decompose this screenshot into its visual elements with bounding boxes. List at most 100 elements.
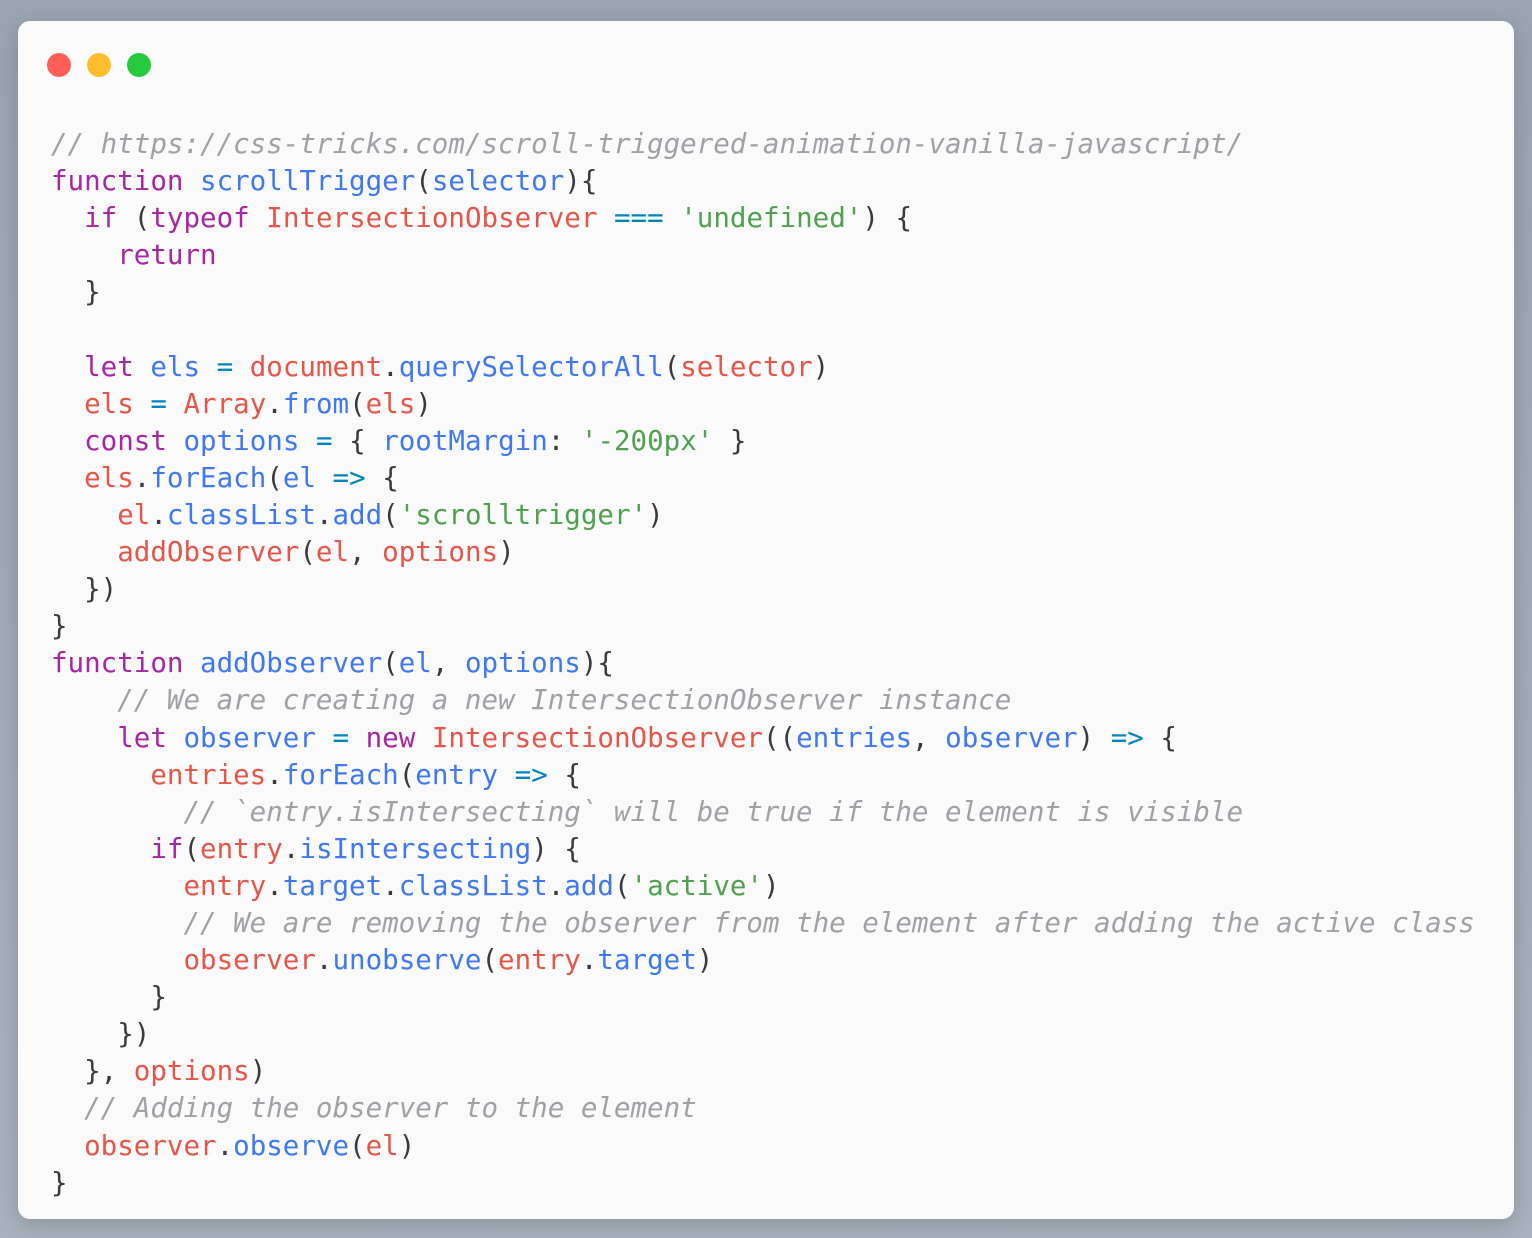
code-token-punct: ( xyxy=(299,536,316,569)
code-token-variable: entry xyxy=(200,832,283,865)
code-token-punct: . xyxy=(133,461,151,494)
code-token-punct: . xyxy=(315,498,333,531)
code-line: }, options) xyxy=(51,1053,1475,1090)
code-token-punct: { xyxy=(1143,721,1177,754)
code-token-punct: . xyxy=(266,869,283,902)
code-line: // We are removing the observer from the… xyxy=(51,905,1474,942)
code-token-variable: el xyxy=(365,1129,399,1162)
code-token-function: options xyxy=(464,647,581,680)
code-line: // We are creating a new IntersectionObs… xyxy=(51,682,1475,719)
code-token-punct: . xyxy=(580,944,598,977)
code-token-punct: . xyxy=(266,758,283,791)
code-token-function: observer xyxy=(183,721,316,754)
code-token-keyword: typeof xyxy=(150,202,250,235)
code-token-keyword: return xyxy=(117,239,217,272)
code-token-punct: ( xyxy=(663,350,681,383)
close-icon[interactable] xyxy=(47,53,71,77)
code-token-punct: ( xyxy=(349,1129,366,1162)
code-token-punct: }) xyxy=(84,573,118,606)
code-line: entry.target.classList.add('active') xyxy=(51,868,1475,905)
code-token-keyword: function xyxy=(51,647,184,680)
code-token-function: from xyxy=(282,387,350,420)
code-token-variable: entries xyxy=(150,758,267,791)
code-token-punct: ) { xyxy=(862,202,913,235)
code-line: entries.forEach(entry => { xyxy=(51,757,1475,794)
minimize-icon[interactable] xyxy=(87,53,111,77)
code-token-punct: , xyxy=(431,647,465,680)
code-token-variable: els xyxy=(84,461,134,494)
code-token-punct: ) xyxy=(696,944,714,977)
code-token-punct: { xyxy=(332,424,383,457)
code-token-class: IntersectionObserver xyxy=(431,721,763,754)
code-line: } xyxy=(51,1165,1475,1202)
code-token-operator: = xyxy=(150,387,167,420)
code-line: function addObserver(el, options){ xyxy=(51,645,1475,682)
code-token-variable: el xyxy=(117,498,151,531)
code-token-class: IntersectionObserver xyxy=(266,202,598,235)
code-token-punct: ){ xyxy=(580,647,614,680)
code-line: }) xyxy=(51,1016,1475,1053)
code-token-punct: ( xyxy=(481,944,499,977)
code-token-keyword: const xyxy=(84,424,167,457)
code-token-function: scrollTrigger xyxy=(200,165,416,198)
code-token-keyword: let xyxy=(84,350,134,383)
code-token-punct: { xyxy=(365,461,399,494)
code-line: observer.unobserve(entry.target) xyxy=(51,942,1475,979)
maximize-icon[interactable] xyxy=(127,53,151,77)
code-token-punct: ) xyxy=(812,350,830,383)
code-token-function: els xyxy=(150,350,201,383)
code-token-punct: ){ xyxy=(564,165,598,198)
code-token-class: Array xyxy=(183,387,267,420)
code-token-punct: . xyxy=(282,832,300,865)
code-token-function: el xyxy=(398,647,432,680)
code-token-punct: . xyxy=(266,387,283,420)
code-token-variable: selector xyxy=(680,350,813,383)
code-token-punct: ) xyxy=(249,1055,267,1088)
code-line: el.classList.add('scrolltrigger') xyxy=(51,497,1475,534)
code-token-punct: ( xyxy=(266,461,283,494)
code-token-punct: ) { xyxy=(531,832,581,865)
code-token-keyword: if xyxy=(84,202,118,235)
code-token-comment: // Adding the observer to the element xyxy=(84,1092,697,1125)
code-token-punct: . xyxy=(382,350,399,383)
code-token-function: entries xyxy=(796,721,913,754)
code-token-variable: options xyxy=(382,536,499,569)
code-line: observer.observe(el) xyxy=(51,1128,1475,1165)
code-line: if(entry.isIntersecting) { xyxy=(51,831,1475,868)
code-token-function: isIntersecting xyxy=(299,832,532,865)
code-token-keyword: if xyxy=(150,832,184,865)
code-line: // Adding the observer to the element xyxy=(51,1090,1475,1127)
code-token-function: addObserver xyxy=(200,647,383,680)
code-token-punct: { xyxy=(547,758,581,791)
code-line: return xyxy=(51,237,1475,274)
code-token-keyword: new xyxy=(365,721,416,754)
code-token-function: target xyxy=(597,944,697,977)
code-token-function: observe xyxy=(233,1129,350,1162)
code-block: // https://css-tricks.com/scroll-trigger… xyxy=(51,126,1475,1202)
code-token-punct: . xyxy=(315,944,333,977)
code-token-function: options xyxy=(183,424,300,457)
code-line: els.forEach(el => { xyxy=(51,460,1475,497)
code-token-comment: // We are creating a new IntersectionObs… xyxy=(117,684,1012,717)
